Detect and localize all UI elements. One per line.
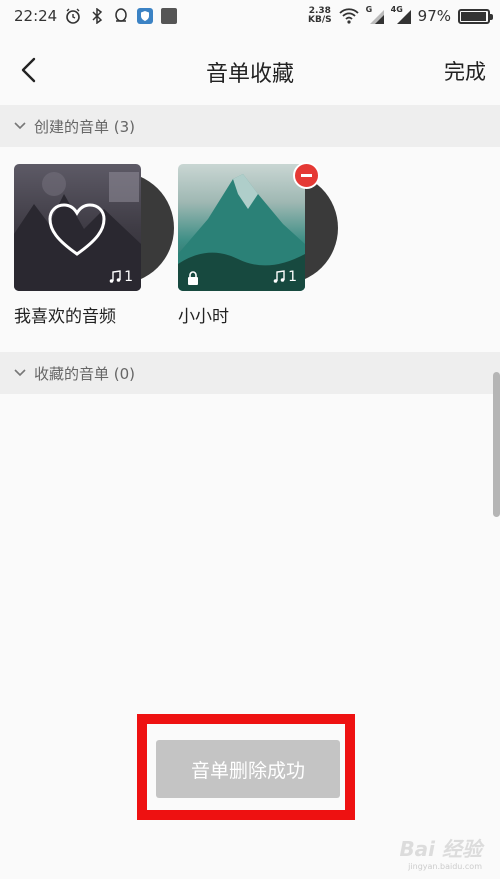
status-bar-right: 2.38 KB/S G 4G 97% <box>308 5 493 25</box>
section-created-label: 创建的音单 (3) <box>34 117 136 136</box>
network-speed: 2.38 KB/S <box>308 7 332 25</box>
chevron-down-icon <box>14 369 26 377</box>
scrollbar-thumb[interactable] <box>493 372 500 517</box>
playlist-name: 小小时 <box>178 307 229 327</box>
track-count: 1 <box>108 269 133 285</box>
status-bar-left: 22:24 <box>14 7 178 25</box>
section-favorited-header[interactable]: 收藏的音单 (0) <box>0 352 500 394</box>
watermark-main: Bai 经验 <box>399 837 482 861</box>
section-favorited-label: 收藏的音单 (0) <box>34 364 136 383</box>
track-count: 1 <box>272 269 297 285</box>
qq-icon <box>115 8 127 22</box>
bluetooth-icon <box>92 8 103 24</box>
section-created-header[interactable]: 创建的音单 (3) <box>0 105 500 147</box>
wifi-icon <box>339 8 359 24</box>
remove-playlist-button[interactable] <box>293 162 320 189</box>
signal-2: 4G <box>391 5 411 24</box>
track-count-value: 1 <box>288 269 297 285</box>
status-bar: 22:24 2.38 KB/S G 4G 97% <box>0 0 500 36</box>
playlist-cover: 1 <box>14 164 141 291</box>
music-note-icon <box>273 270 285 283</box>
lock-icon <box>188 271 198 285</box>
page-title: 音单收藏 <box>205 62 294 87</box>
signal-bars-icon <box>396 10 411 24</box>
done-button[interactable]: 完成 <box>444 56 486 86</box>
battery-fill <box>461 11 487 21</box>
music-note-icon <box>109 270 121 283</box>
battery-icon <box>458 8 493 24</box>
heart-icon <box>48 203 106 256</box>
clock: 22:24 <box>14 7 58 25</box>
toast-message: 音单删除成功 <box>156 740 340 798</box>
watermark-logo: Bai 经验 jingyan.baidu.com <box>399 833 482 871</box>
app-square-icon <box>161 8 178 24</box>
network-speed-unit: KB/S <box>308 15 332 25</box>
battery-percent: 97% <box>417 7 451 25</box>
app-header: 音单收藏 完成 <box>0 36 500 104</box>
shield-app-icon <box>137 8 154 24</box>
signal-bars-icon <box>369 10 384 24</box>
playlist-name: 我喜欢的音频 <box>14 307 116 327</box>
watermark-sub: jingyan.baidu.com <box>408 862 482 871</box>
signal-1: G <box>366 5 384 24</box>
playlist-cover: 1 <box>178 164 305 291</box>
track-count-value: 1 <box>124 269 133 285</box>
chevron-down-icon <box>14 122 26 130</box>
alarm-icon <box>66 8 81 24</box>
